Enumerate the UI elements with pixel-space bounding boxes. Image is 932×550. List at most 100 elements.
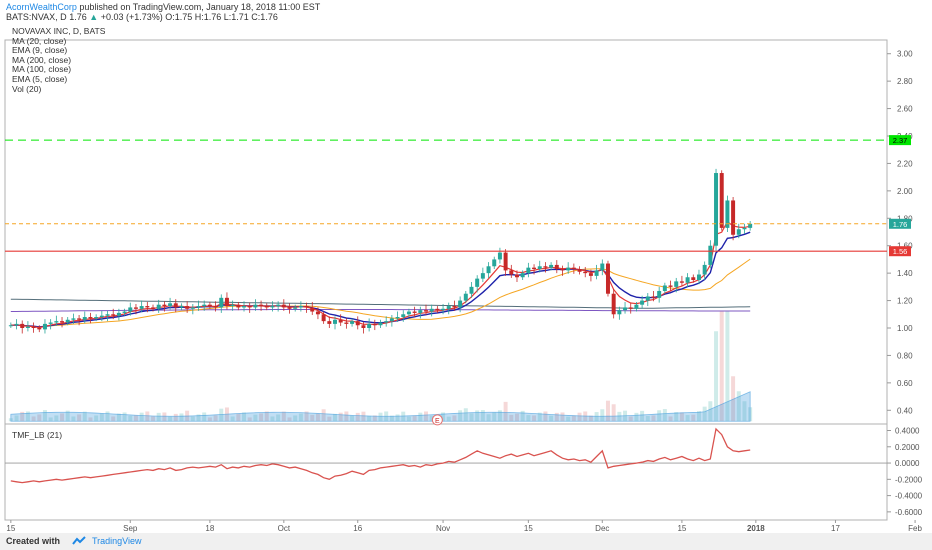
up-arrow-icon: ▲	[89, 12, 99, 22]
candle-body	[145, 306, 150, 308]
candle-body	[247, 306, 252, 308]
time-tick-label: 15	[6, 524, 15, 533]
level-badge-label: 2.37	[893, 136, 908, 145]
candle-body	[65, 319, 70, 323]
candle-body	[475, 278, 480, 287]
candle-body	[679, 281, 684, 283]
time-tick-label: Oct	[278, 524, 291, 533]
symbol-line: BATS:NVAX, D 1.76 ▲ +0.03 (+1.73%) O:1.7…	[6, 12, 278, 22]
candle-body	[88, 317, 93, 319]
tmf-tick-label: 0.0000	[895, 459, 920, 468]
candle-body	[577, 269, 582, 272]
candle-body	[99, 315, 104, 318]
tmf-tick-label: -0.2000	[895, 475, 923, 484]
candle-body	[151, 307, 156, 309]
candle-body	[480, 273, 485, 279]
candle-body	[406, 311, 411, 315]
tmf-pane	[4, 423, 888, 521]
candle-body	[497, 252, 502, 260]
candle-body	[185, 306, 190, 309]
candle-body	[321, 314, 326, 322]
candle-body	[651, 296, 656, 298]
candle-body	[162, 304, 167, 307]
candle-body	[224, 297, 229, 307]
candle-body	[657, 290, 662, 298]
legend-item[interactable]: Vol (20)	[12, 84, 105, 95]
indicator-legend: NOVAVAX INC, D, BATS MA (20, close) EMA …	[12, 26, 105, 95]
candle-body	[736, 229, 741, 235]
time-tick-label: 16	[353, 524, 362, 533]
time-tick-label: 15	[524, 524, 533, 533]
candle-body	[640, 300, 645, 305]
candle-body	[327, 321, 332, 324]
candle-body	[554, 264, 559, 270]
candle-body	[270, 306, 275, 308]
tmf-tick-label: -0.6000	[895, 508, 923, 517]
candle-body	[543, 266, 548, 268]
candle-body	[617, 310, 622, 315]
candle-body	[236, 304, 241, 308]
tradingview-brand[interactable]: TradingView	[92, 536, 142, 546]
candle-body	[304, 306, 309, 308]
price-tick-label: 0.80	[897, 351, 913, 360]
level-badge-label: 1.76	[893, 220, 908, 229]
candle-body	[133, 307, 138, 309]
candle-body	[748, 223, 753, 228]
chart-header: AcornWealthCorp published on TradingView…	[0, 0, 932, 24]
candle-body	[116, 312, 121, 316]
publish-text: published on TradingView.com, January 18…	[79, 2, 321, 12]
price-chart[interactable]: 3.002.802.602.402.202.001.801.601.401.20…	[0, 24, 932, 533]
tmf-legend[interactable]: TMF_LB (21)	[12, 430, 62, 440]
candle-body	[714, 173, 719, 246]
candle-body	[42, 323, 47, 330]
tmf-tick-label: -0.4000	[895, 492, 923, 501]
price-tick-label: 2.60	[897, 105, 913, 114]
price-tick-label: 2.20	[897, 159, 913, 168]
time-tick-label: 17	[831, 524, 840, 533]
change-text: +0.03 (+1.73%)	[100, 12, 163, 22]
candle-body	[560, 269, 565, 271]
publish-line: AcornWealthCorp published on TradingView…	[6, 2, 320, 12]
author-link[interactable]: AcornWealthCorp	[6, 2, 77, 12]
candle-body	[179, 306, 184, 308]
candle-body	[213, 306, 218, 308]
candle-body	[583, 271, 588, 274]
candle-body	[503, 252, 508, 271]
candle-body	[514, 274, 519, 278]
candle-body	[253, 304, 258, 308]
candle-body	[259, 304, 264, 307]
candle-body	[611, 293, 616, 315]
price-tick-label: 1.00	[897, 324, 913, 333]
candle-body	[412, 311, 417, 313]
candle-body	[156, 304, 161, 309]
candle-body	[94, 317, 99, 319]
candle-body	[435, 308, 440, 311]
candle-body	[463, 293, 468, 301]
candle-body	[230, 304, 235, 307]
candle-body	[25, 326, 30, 328]
candle-body	[276, 304, 281, 307]
candle-body	[315, 311, 320, 315]
candle-body	[82, 317, 87, 320]
candle-body	[287, 307, 292, 309]
candle-body	[60, 321, 65, 323]
candle-body	[190, 307, 195, 309]
footer-bar: Created with TradingView	[0, 533, 932, 550]
candle-body	[54, 321, 59, 323]
price-tick-label: 3.00	[897, 50, 913, 59]
candle-body	[281, 304, 286, 308]
candle-body	[333, 319, 337, 324]
candle-body	[77, 318, 82, 320]
price-tick-label: 2.80	[897, 77, 913, 86]
candle-body	[526, 267, 531, 274]
time-tick-label: Nov	[436, 524, 450, 533]
candle-body	[401, 314, 406, 318]
candle-body	[674, 281, 679, 287]
candle-body	[355, 321, 360, 326]
candle-body	[645, 296, 650, 301]
candle-body	[458, 300, 463, 308]
candle-body	[469, 286, 474, 294]
candle-body	[691, 277, 696, 280]
candle-body	[384, 321, 389, 323]
candle-body	[594, 270, 599, 276]
